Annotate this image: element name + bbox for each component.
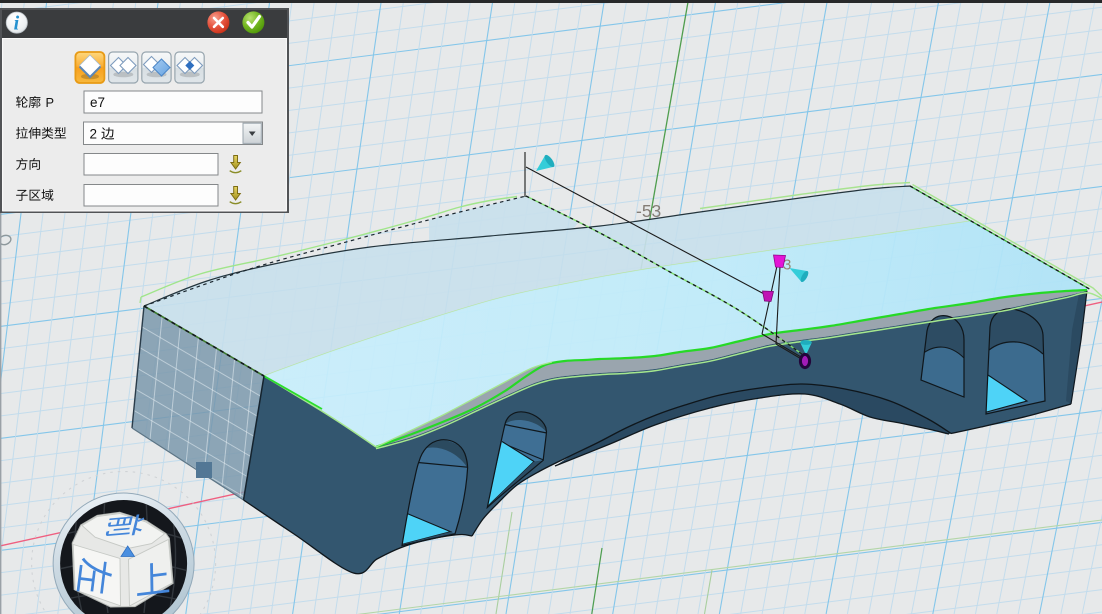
svg-text:e7: e7: [90, 95, 105, 110]
svg-text:-53: -53: [636, 201, 661, 221]
svg-text:i: i: [14, 13, 20, 35]
svg-text:2: 2: [90, 127, 98, 142]
svg-text:P: P: [46, 95, 55, 110]
